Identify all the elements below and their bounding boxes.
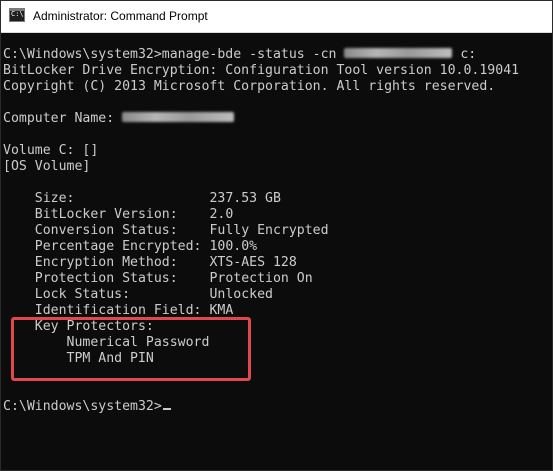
redacted-computer-name <box>122 111 235 122</box>
final-prompt: C:\Windows\system32> <box>3 399 162 414</box>
field-label: Protection Status: <box>3 271 210 286</box>
final-prompt-line[interactable]: C:\Windows\system32> <box>3 399 171 415</box>
key-protectors-highlight-box <box>11 317 251 381</box>
field-protection-status: Protection Status: Protection On <box>3 271 313 287</box>
field-label: Identification Field: <box>3 303 210 318</box>
cmd-icon-glyph: C:\. <box>11 10 28 18</box>
tool-version-line: BitLocker Drive Encryption: Configuratio… <box>3 63 520 78</box>
command-prompt-window: C:\. Administrator: Command Prompt C:\Wi… <box>0 0 553 471</box>
field-bitlocker-version: BitLocker Version: 2.0 <box>3 207 234 223</box>
volume-line: Volume C: [] <box>3 143 99 158</box>
field-conversion-status: Conversion Status: Fully Encrypted <box>3 223 329 239</box>
command-drive: c: <box>452 47 477 62</box>
field-value: XTS-AES 128 <box>209 255 297 270</box>
field-lock-status: Lock Status: Unlocked <box>3 287 273 303</box>
volume-type-line: [OS Volume] <box>3 159 91 174</box>
field-label: Size: <box>3 191 210 206</box>
field-encryption-method: Encryption Method: XTS-AES 128 <box>3 255 297 271</box>
field-value: Fully Encrypted <box>209 223 329 238</box>
field-label: Lock Status: <box>3 287 210 302</box>
copyright-line: Copyright (C) 2013 Microsoft Corporation… <box>3 79 496 94</box>
field-label: BitLocker Version: <box>3 207 210 222</box>
command-line: C:\Windows\system32>manage-bde -status -… <box>3 47 476 63</box>
title-bar[interactable]: C:\. Administrator: Command Prompt <box>1 1 552 33</box>
field-value: 2.0 <box>209 207 234 222</box>
cmd-icon: C:\. <box>9 8 28 22</box>
field-value: 100.0% <box>209 239 258 254</box>
field-label: Percentage Encrypted: <box>3 239 210 254</box>
field-label: Encryption Method: <box>3 255 210 270</box>
command-text: C:\Windows\system32>manage-bde -status -… <box>3 47 345 62</box>
text-cursor <box>162 408 171 410</box>
field-label: Conversion Status: <box>3 223 210 238</box>
console-output[interactable]: C:\Windows\system32>manage-bde -status -… <box>3 47 551 467</box>
field-value: KMA <box>209 303 234 318</box>
field-value: 237.53 GB <box>209 191 281 206</box>
redacted-computer-name <box>344 47 453 58</box>
field-value: Unlocked <box>209 287 273 302</box>
field-percentage-encrypted: Percentage Encrypted: 100.0% <box>3 239 257 255</box>
field-size: Size: 237.53 GB <box>3 191 281 207</box>
computer-name-label: Computer Name: <box>3 111 123 126</box>
field-value: Protection On <box>209 271 313 286</box>
window-title: Administrator: Command Prompt <box>33 9 208 23</box>
computer-name-line: Computer Name: <box>3 111 235 127</box>
